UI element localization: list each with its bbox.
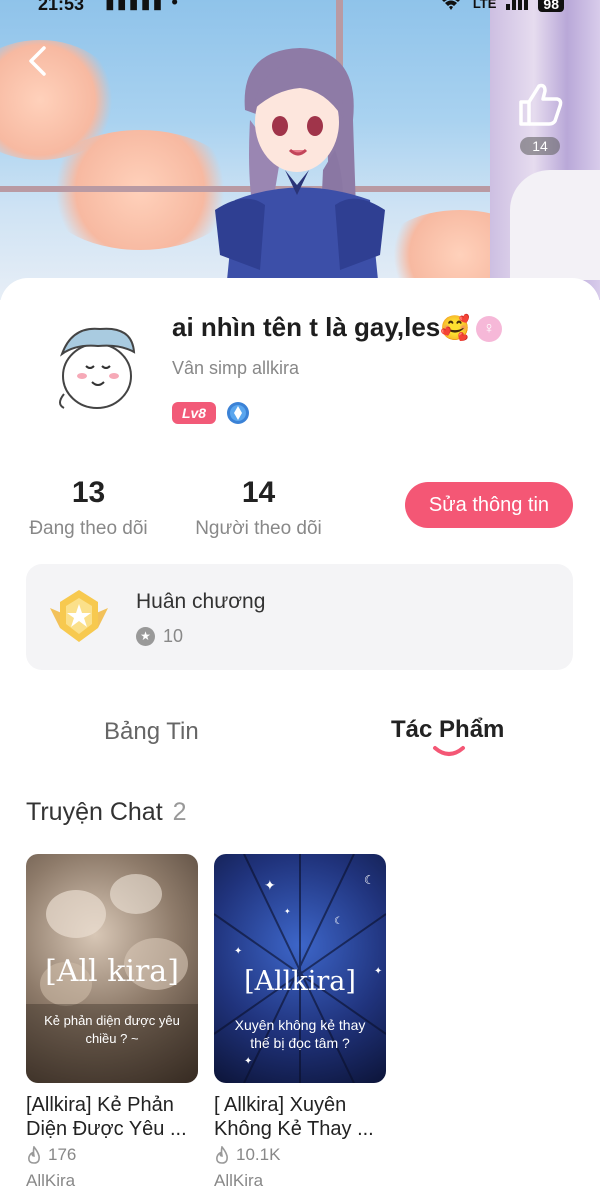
profile-subname: Vân simp allkira bbox=[172, 358, 300, 378]
tab-works[interactable]: Tác Phẩm bbox=[391, 716, 504, 744]
female-gender-icon: ♀ bbox=[476, 316, 503, 343]
profile-name-text: ai nhìn tên t là gay,les bbox=[172, 312, 441, 342]
status-bar: 21:53 ▮▮▮▮▮ • LTE 98 bbox=[0, 0, 600, 18]
medal-count: 10 bbox=[163, 626, 184, 646]
svg-text:☾: ☾ bbox=[334, 916, 343, 927]
name-emoji: 🥰 bbox=[440, 315, 471, 342]
tab-feed[interactable]: Bảng Tin bbox=[104, 718, 199, 746]
status-right: LTE 98 bbox=[439, 0, 564, 13]
medal-icon bbox=[50, 590, 108, 642]
flame-icon bbox=[28, 1146, 40, 1164]
cover-subtitle: Xuyên không kẻ thay thế bị đọc tâm ? bbox=[234, 1017, 366, 1051]
followers-count: 14 bbox=[241, 476, 276, 509]
battery-indicator: 98 bbox=[538, 0, 564, 12]
profile-card: ai nhìn tên t là gay,les🥰 ♀ Vân simp allk… bbox=[0, 278, 600, 1203]
medal-count-row: ★ 10 bbox=[136, 626, 183, 647]
following-stat[interactable]: 13 Đang theo dõi bbox=[26, 476, 151, 540]
thumbs-up-icon bbox=[519, 83, 563, 126]
story-author[interactable]: AllKira bbox=[214, 1171, 386, 1191]
cover-title: [Allkira] bbox=[244, 966, 356, 997]
cover-subtitle: Kẻ phản diện được yêu chiều ? ~ bbox=[44, 1013, 180, 1046]
section-title-text: Truyện Chat bbox=[26, 798, 163, 826]
cover-title: [All kira] bbox=[45, 954, 179, 989]
section-count: 2 bbox=[172, 798, 187, 826]
svg-text:✦: ✦ bbox=[284, 907, 291, 916]
following-label: Đang theo dõi bbox=[29, 518, 148, 539]
story-title[interactable]: [ Allkira] Xuyên Không Kẻ Thay ... bbox=[214, 1093, 386, 1141]
story-reads: 176 bbox=[26, 1145, 198, 1165]
signal-icon bbox=[506, 0, 529, 13]
story-card[interactable]: [All kira] Kẻ phản diện được yêu chiều ?… bbox=[26, 854, 198, 1191]
network-label: LTE bbox=[472, 0, 497, 11]
story-card[interactable]: ✦ ☾ ✦ ✦ ☾ ✦ ✦ [Allkira] Xuyên không kẻ t… bbox=[214, 854, 386, 1191]
svg-text:✦: ✦ bbox=[234, 946, 242, 957]
back-button[interactable] bbox=[22, 44, 56, 78]
level-badge[interactable]: Lv8 bbox=[172, 402, 216, 424]
followers-stat[interactable]: 14 Người theo dõi bbox=[190, 476, 327, 540]
svg-text:☾: ☾ bbox=[364, 873, 375, 887]
sofa bbox=[510, 170, 600, 280]
avatar-image bbox=[59, 327, 136, 409]
section-title: Truyện Chat 2 bbox=[26, 798, 187, 827]
character-illustration bbox=[215, 48, 385, 300]
story-cover[interactable]: [All kira] Kẻ phản diện được yêu chiều ?… bbox=[26, 854, 198, 1083]
active-tab-indicator bbox=[433, 746, 465, 756]
reads-count: 176 bbox=[48, 1145, 77, 1164]
story-reads: 10.1K bbox=[214, 1145, 386, 1165]
profile-banner: 21:53 ▮▮▮▮▮ • LTE 98 14 bbox=[0, 0, 600, 300]
wifi-icon bbox=[439, 0, 463, 13]
flame-icon bbox=[216, 1146, 228, 1164]
story-title[interactable]: [Allkira] Kẻ Phản Diện Được Yêu ... bbox=[26, 1093, 198, 1141]
avatar[interactable] bbox=[42, 314, 152, 424]
medal-title: Huân chương bbox=[136, 590, 266, 613]
chevron-left-icon bbox=[29, 46, 46, 76]
star-icon: ★ bbox=[136, 627, 155, 646]
svg-text:✦: ✦ bbox=[244, 1056, 252, 1067]
status-time: 21:53 bbox=[38, 0, 85, 14]
svg-text:✦: ✦ bbox=[264, 877, 276, 893]
notification-icons: ▮▮▮▮▮ • bbox=[105, 0, 180, 12]
like-button[interactable]: 14 bbox=[512, 82, 568, 155]
medal-section[interactable]: Huân chương ★ 10 bbox=[26, 564, 573, 670]
like-count: 14 bbox=[520, 137, 560, 155]
profile-name: ai nhìn tên t là gay,les🥰 ♀ bbox=[172, 312, 503, 343]
followers-label: Người theo dõi bbox=[195, 518, 322, 539]
following-count: 13 bbox=[71, 476, 106, 509]
story-author[interactable]: AllKira bbox=[26, 1171, 198, 1191]
vip-diamond-icon[interactable] bbox=[226, 401, 250, 425]
story-cover[interactable]: ✦ ☾ ✦ ✦ ☾ ✦ ✦ [Allkira] Xuyên không kẻ t… bbox=[214, 854, 386, 1083]
reads-count: 10.1K bbox=[236, 1145, 281, 1164]
edit-profile-button[interactable]: Sửa thông tin bbox=[405, 482, 573, 528]
